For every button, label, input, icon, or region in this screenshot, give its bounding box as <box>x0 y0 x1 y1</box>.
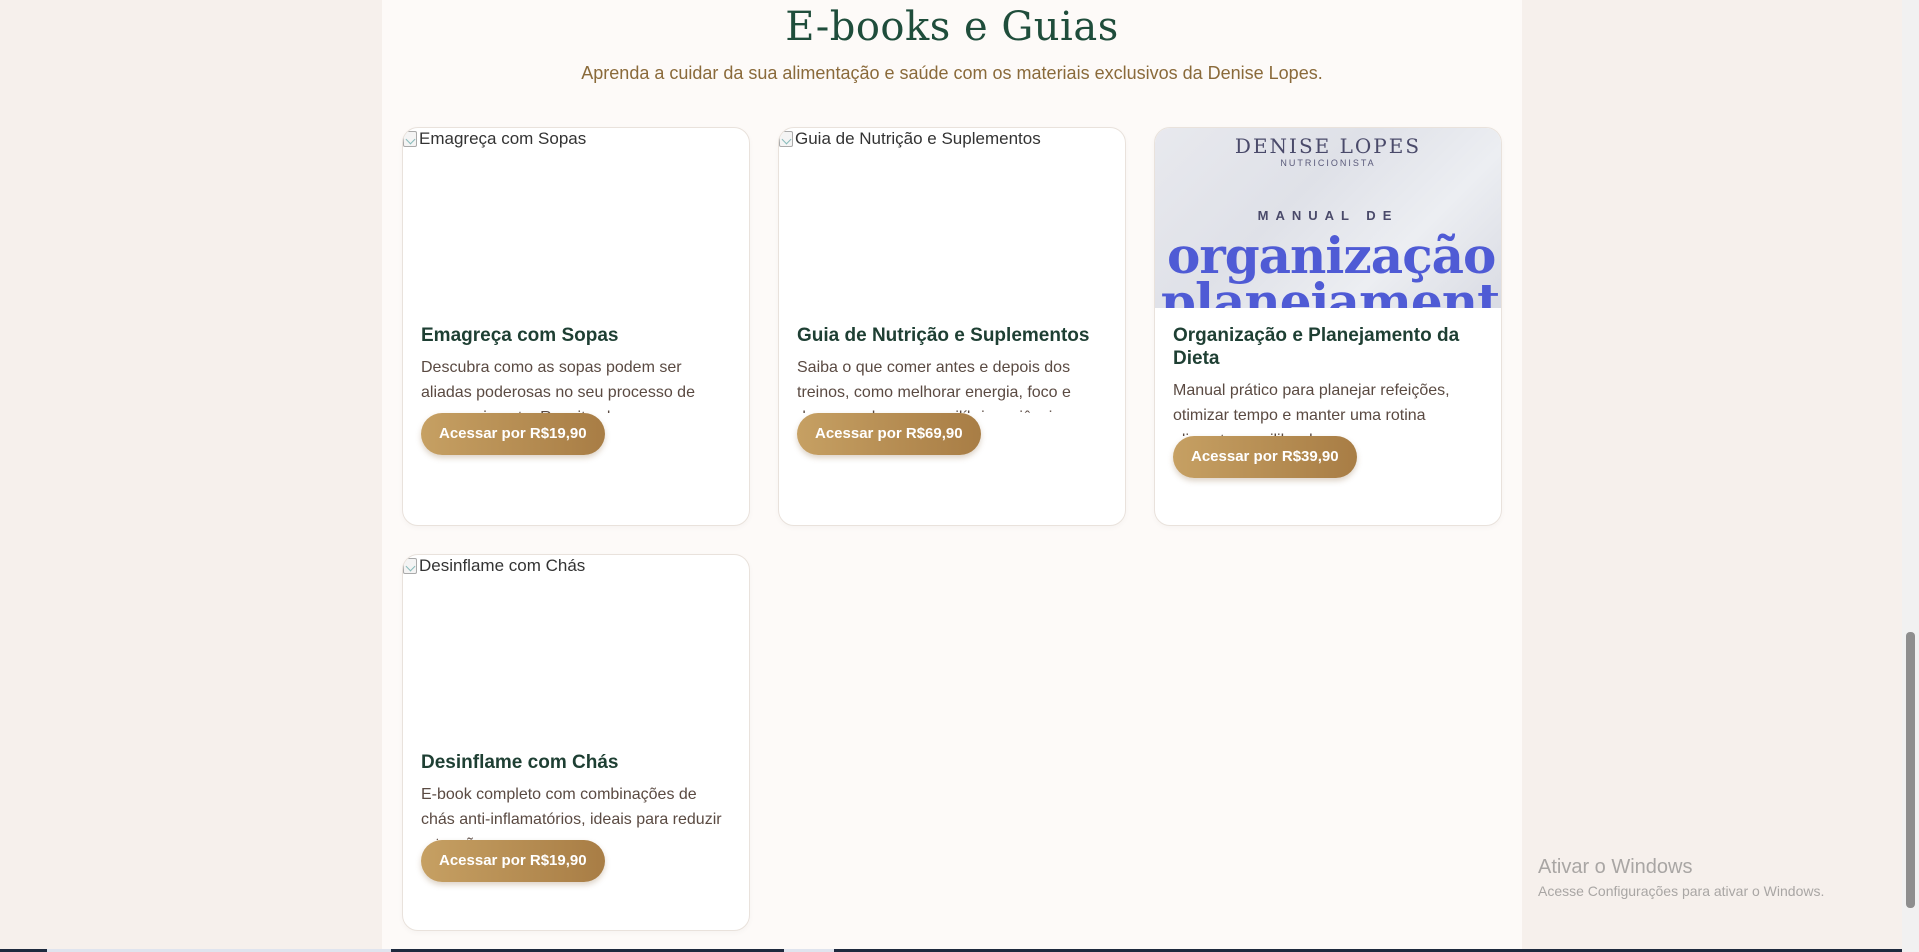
image-alt-text: Desinflame com Chás <box>419 556 586 575</box>
section-subtitle: Aprenda a cuidar da sua alimentação e sa… <box>581 63 1323 83</box>
broken-image-icon <box>779 131 793 147</box>
ebook-card: Guia de Nutrição e Suplementos Guia de N… <box>778 127 1126 526</box>
watermark-subtitle: Acesse Configurações para ativar o Windo… <box>1538 883 1825 899</box>
cover-word-planejamento: planejamento <box>1161 272 1501 308</box>
cover-brand: DENISE LOPES <box>1234 134 1422 158</box>
cover-manual-label: MANUAL DE <box>1257 208 1399 223</box>
broken-image-icon <box>403 131 417 147</box>
ebook-card: DENISE LOPES NUTRICIONISTA MANUAL DE org… <box>1154 127 1502 526</box>
watermark-title: Ativar o Windows <box>1538 856 1693 878</box>
image-alt-text: Emagreça com Sopas <box>419 129 587 148</box>
image-alt-text: Guia de Nutrição e Suplementos <box>795 129 1041 148</box>
ebook-cover-image: Desinflame com Chás <box>403 555 749 735</box>
manual-cover: DENISE LOPES NUTRICIONISTA MANUAL DE org… <box>1155 128 1501 308</box>
ebook-title: Organização e Planejamento da Dieta <box>1173 325 1460 369</box>
ebook-description: Descubra como as sopas podem ser aliadas… <box>421 359 695 413</box>
ebook-description: Manual prático para planejar refeições, … <box>1173 382 1450 436</box>
vertical-scrollbar[interactable] <box>1902 0 1919 952</box>
buy-button[interactable]: Acessar por R$19,90 <box>421 413 605 455</box>
buy-button[interactable]: Acessar por R$69,90 <box>797 413 981 455</box>
section-title: E-books e Guias <box>785 4 1119 50</box>
ebook-title: Guia de Nutrição e Suplementos <box>797 325 1090 346</box>
ebook-title: Desinflame com Chás <box>421 752 619 773</box>
windows-activation-watermark: Ativar o Windows Acesse Configurações pa… <box>1538 856 1824 899</box>
buy-button[interactable]: Acessar por R$39,90 <box>1173 436 1357 478</box>
ebook-card: Desinflame com Chás Desinflame com Chás … <box>402 554 750 931</box>
page-content: E-books e Guias Aprenda a cuidar da sua … <box>382 0 1522 952</box>
ebook-cover-image: DENISE LOPES NUTRICIONISTA MANUAL DE org… <box>1155 128 1501 308</box>
scrollbar-thumb[interactable] <box>1906 632 1915 908</box>
ebook-cover-image: Guia de Nutrição e Suplementos <box>779 128 1125 308</box>
ebook-description: E-book completo com combinações de chás … <box>421 786 722 840</box>
ebook-title: Emagreça com Sopas <box>421 325 619 346</box>
broken-image-icon <box>403 558 417 574</box>
buy-button[interactable]: Acessar por R$19,90 <box>421 840 605 882</box>
ebook-card: Emagreça com Sopas Emagreça com Sopas De… <box>402 127 750 526</box>
ebook-description: Saiba o que comer antes e depois dos tre… <box>797 359 1071 413</box>
ebook-cover-image: Emagreça com Sopas <box>403 128 749 308</box>
cover-role: NUTRICIONISTA <box>1280 158 1376 168</box>
